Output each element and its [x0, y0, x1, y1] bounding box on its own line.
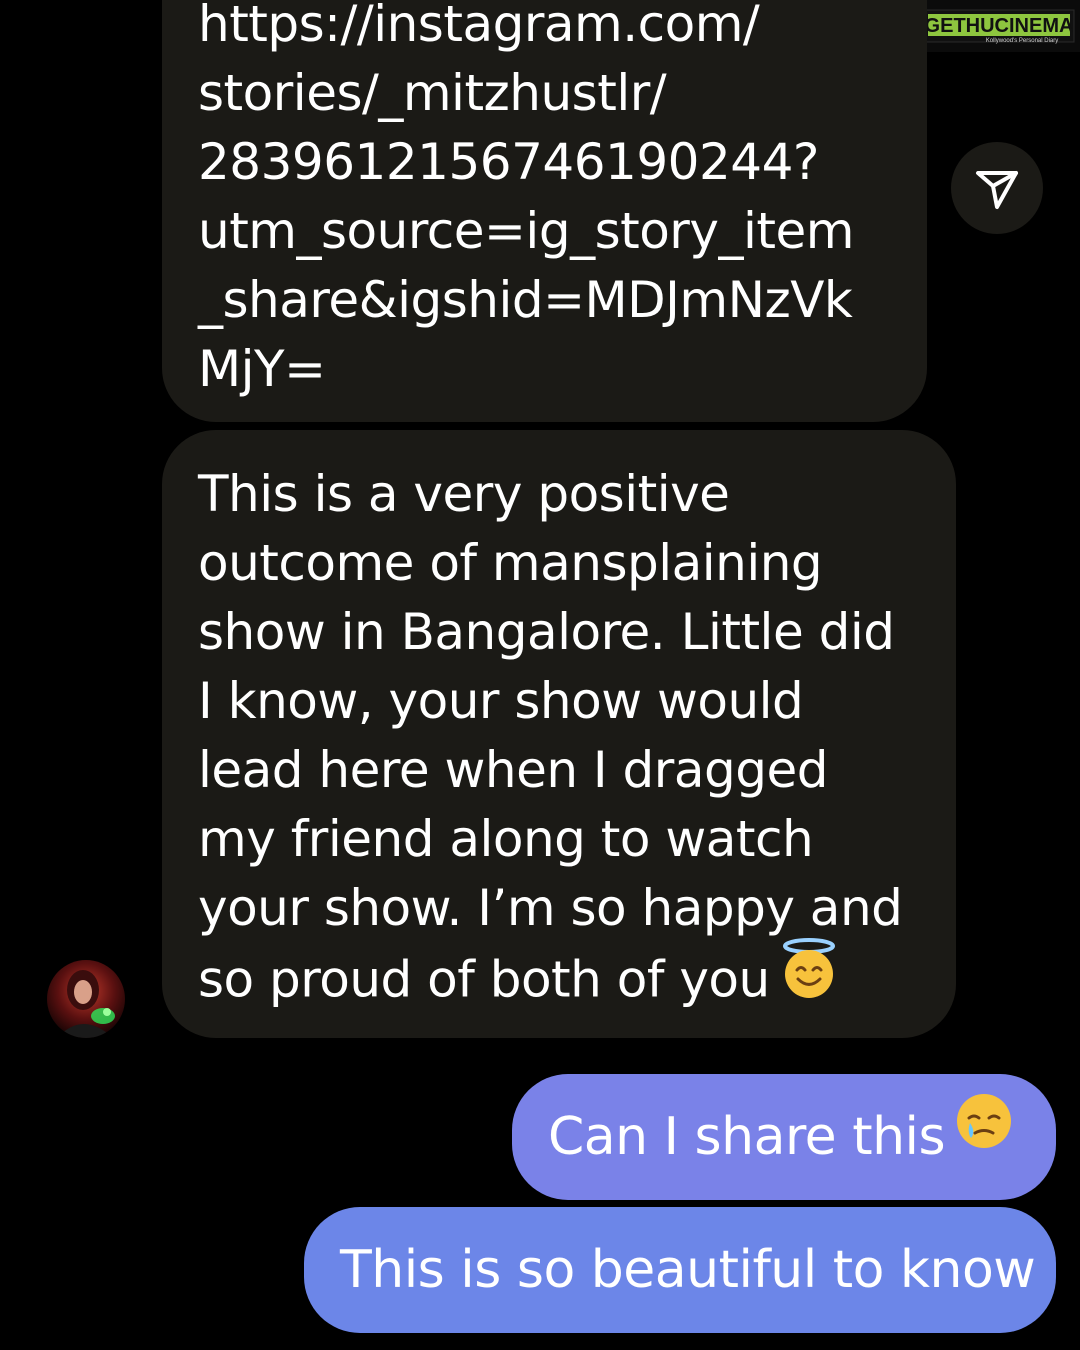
message-line[interactable]: stories/_mitzhustlr/ — [198, 59, 927, 128]
message-line: your show. I’m so happy and — [198, 879, 903, 937]
message-line-text: so proud of both of you — [198, 950, 770, 1009]
message-line-last: so proud of both of you — [198, 938, 956, 1023]
profile-avatar[interactable] — [47, 960, 125, 1038]
watermark-logo: GETHUCINEMA Kollywood's Personal Diary — [918, 0, 1080, 52]
message-line[interactable]: https://instagram.com/ — [198, 0, 927, 59]
message-line[interactable]: utm_source=ig_story_item — [198, 197, 927, 266]
outgoing-message[interactable]: Can I share this — [512, 1074, 1056, 1200]
message-line: lead here when I dragged — [198, 741, 828, 799]
paper-plane-icon — [976, 171, 1018, 209]
message-line: This is a very positive — [198, 465, 730, 523]
incoming-link-message[interactable]: https://instagram.com/ stories/_mitzhust… — [162, 0, 927, 422]
avatar-image — [47, 960, 125, 1038]
message-line[interactable]: 2839612156746190244? — [198, 128, 927, 197]
share-button[interactable] — [951, 142, 1043, 234]
svg-text:GETHUCINEMA: GETHUCINEMA — [925, 15, 1074, 37]
message-text: This is so beautiful to know — [340, 1240, 1036, 1300]
message-line[interactable]: _share&igshid=MDJmNzVk — [198, 266, 927, 335]
incoming-text-message[interactable]: This is a very positive outcome of mansp… — [162, 430, 956, 1038]
face-holding-back-tears-icon — [953, 1072, 1015, 1198]
svg-text:Kollywood's Personal Diary: Kollywood's Personal Diary — [986, 38, 1059, 44]
smiling-face-with-halo-icon — [778, 938, 840, 1018]
message-text: Can I share this — [548, 1107, 946, 1167]
message-line[interactable]: MjY= — [198, 335, 927, 404]
message-line: I know, your show would — [198, 672, 804, 730]
message-line: my friend along to watch — [198, 810, 814, 868]
outgoing-message[interactable]: This is so beautiful to know — [304, 1207, 1056, 1333]
message-line: show in Bangalore. Little did — [198, 603, 895, 661]
message-line: outcome of mansplaining — [198, 534, 823, 592]
